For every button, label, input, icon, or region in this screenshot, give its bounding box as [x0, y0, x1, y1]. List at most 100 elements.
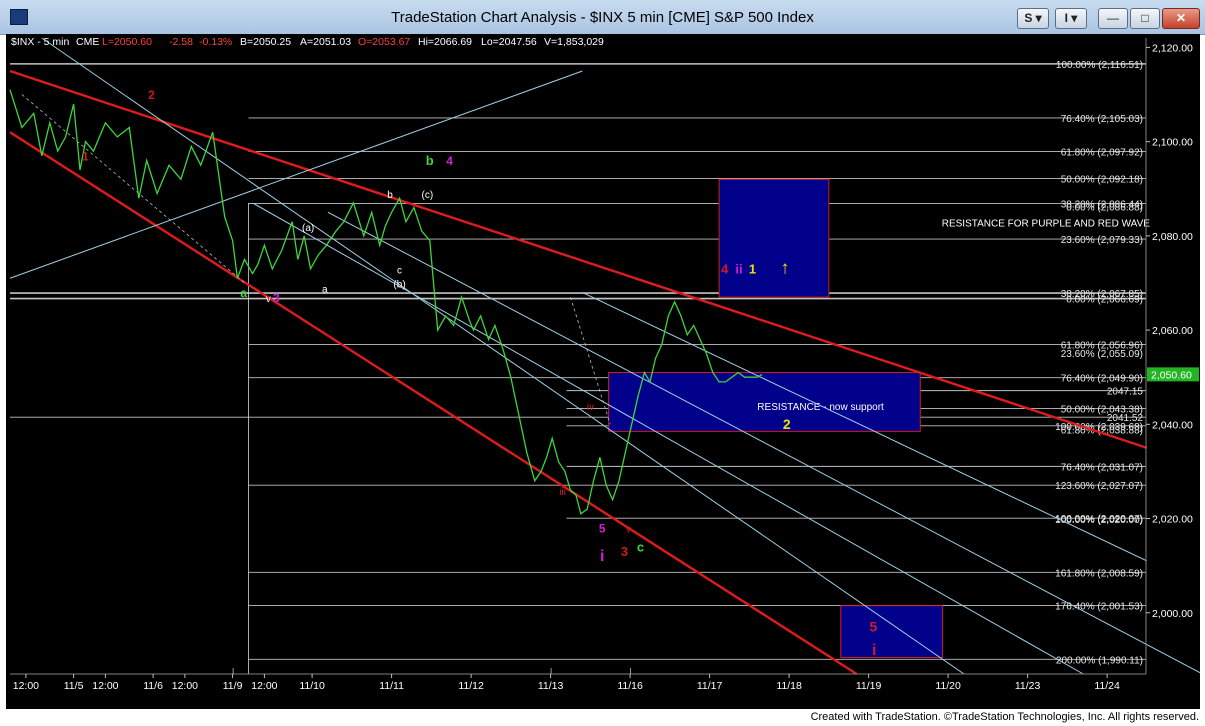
- wave-label: a: [240, 286, 247, 300]
- wave-label: 2: [148, 88, 155, 102]
- title-bar: TradeStation Chart Analysis - $INX 5 min…: [0, 0, 1205, 35]
- fibonacci-lines: 100.00% (2,116.51) 76.40% (2,105.03) 61.80…: [10, 60, 1146, 674]
- status-exchange: CME: [76, 36, 99, 48]
- wave-label: 1: [82, 149, 89, 163]
- wave-label: ↑: [781, 258, 790, 278]
- x-tick-label: 12:00: [172, 680, 198, 692]
- y-tick-label: 2,040.00: [1152, 419, 1193, 431]
- x-tick-label: 11/18: [776, 680, 802, 692]
- status-low: Lo=2047.56: [481, 36, 537, 48]
- x-axis: 12:00 11/5 12:00 11/6 12:00 11/9 12:00 11/10 11/…: [10, 668, 1146, 692]
- wave-label: v: [626, 525, 631, 536]
- x-tick-label: 11/23: [1015, 680, 1041, 692]
- x-tick-label: 11/13: [538, 680, 564, 692]
- status-last: L=2050.60: [102, 36, 152, 48]
- resistance-boxes: RESISTANCE FOR PURPLE AND RED WAVE RESIST…: [608, 178, 1151, 659]
- last-price-label: 2,050.60: [1151, 369, 1192, 381]
- fib-label: 61.80% (2,097.92): [1061, 147, 1143, 158]
- wave-label: 2: [783, 416, 791, 432]
- svg-text:A=2051.03: A=2051.03: [300, 36, 351, 48]
- x-tick-label: 12:00: [13, 680, 39, 692]
- fib-label: 23.60% (2,079.33): [1061, 235, 1143, 246]
- maximize-button[interactable]: □: [1130, 8, 1160, 29]
- wave-label: b: [426, 153, 434, 168]
- x-tick-label: 11/5: [64, 680, 84, 692]
- price-line: [9, 89, 763, 515]
- x-tick-label: 12:00: [251, 680, 277, 692]
- x-tick-label: 11/11: [379, 680, 404, 692]
- wave-guide-dashed: [21, 94, 245, 284]
- y-tick-label: 2,080.00: [1152, 231, 1193, 243]
- wave-label: 4: [446, 154, 453, 168]
- price-series: [9, 89, 763, 515]
- chart-area[interactable]: $INX - 5 min CME L=2050.60 -2.58 -0.13% …: [6, 34, 1200, 709]
- svg-text:CME: CME: [76, 36, 99, 48]
- fib-label: 76.40% (2,031.07): [1061, 462, 1143, 473]
- fib-label: 2047.15: [1107, 387, 1144, 398]
- close-button[interactable]: ✕: [1162, 8, 1200, 29]
- status-open: O=2053.67: [358, 36, 410, 48]
- x-tick-label: 11/19: [856, 680, 882, 692]
- wave-label: iv: [587, 402, 594, 413]
- wave-label: 5: [869, 619, 877, 635]
- x-tick-label: 11/24: [1094, 680, 1120, 692]
- svg-text:O=2053.67: O=2053.67: [358, 36, 410, 48]
- credit-text: Created with TradeStation. ©TradeStation…: [810, 711, 1199, 723]
- fib-label: 161.80% (2,008.59): [1055, 568, 1143, 579]
- style-menu-button[interactable]: S ▾: [1017, 8, 1049, 29]
- fib-label: 61.80% (2,038.88): [1061, 426, 1143, 437]
- channel-upper-line: [9, 69, 1148, 450]
- wave-label: (c): [422, 190, 434, 201]
- y-axis: 2,120.00 2,100.00 2,080.00 2,060.00 2,040.00…: [1145, 38, 1199, 674]
- svg-text:V=1,853,029: V=1,853,029: [544, 36, 604, 48]
- svg-text:Lo=2047.56: Lo=2047.56: [481, 36, 537, 48]
- fib-label: 100.00% (2,116.51): [1056, 60, 1143, 71]
- fib-label: 100.00% (2,020.00): [1055, 515, 1143, 526]
- chart-canvas[interactable]: $INX - 5 min CME L=2050.60 -2.58 -0.13% …: [6, 34, 1200, 709]
- svg-text:$INX - 5 min: $INX - 5 min: [11, 36, 70, 48]
- svg-text:Hi=2066.69: Hi=2066.69: [418, 36, 472, 48]
- trend-lines: [9, 37, 1200, 676]
- x-tick-label: 11/6: [143, 680, 163, 692]
- minimize-button[interactable]: —: [1098, 8, 1128, 29]
- svg-text:B=2050.25: B=2050.25: [240, 36, 291, 48]
- svg-text:-2.58: -2.58: [169, 36, 193, 48]
- wave-label: 5: [599, 522, 606, 536]
- wave-label: (a): [302, 223, 314, 234]
- fib-label: 123.60% (2,027.07): [1055, 481, 1143, 492]
- y-tick-label: 2,060.00: [1152, 325, 1193, 337]
- svg-text:-0.13%: -0.13%: [199, 36, 232, 48]
- fib-label: 200.00% (1,990.11): [1056, 655, 1143, 666]
- wave-label: 3: [273, 291, 280, 305]
- x-tick-label: 11/20: [935, 680, 961, 692]
- status-bid: B=2050.25: [240, 36, 291, 48]
- x-tick-label: 11/9: [223, 680, 243, 692]
- wave-label: v: [266, 294, 271, 305]
- wave-label: ii: [735, 262, 742, 277]
- parallel-line-2: [252, 202, 1084, 675]
- annotation-resistance-purple-red: RESISTANCE FOR PURPLE AND RED WAVE: [942, 218, 1151, 229]
- wave-label: 1: [749, 262, 756, 277]
- upper-resistance-box: [718, 178, 830, 298]
- parallel-line-1: [41, 37, 965, 675]
- wave-label: iii: [559, 487, 566, 498]
- fib-label: 76.40% (2,049.90): [1061, 374, 1143, 385]
- fib-label: 50.00% (2,092.18): [1061, 174, 1143, 185]
- wave-label: (b): [393, 280, 405, 291]
- svg-text:L=2050.60: L=2050.60: [102, 36, 152, 48]
- wave-label: a: [322, 284, 328, 295]
- fib-label: 0.00% (2,086.88): [1066, 203, 1143, 214]
- x-tick-label: 11/10: [299, 680, 325, 692]
- status-ask: A=2051.03: [300, 36, 351, 48]
- status-high: Hi=2066.69: [418, 36, 472, 48]
- target-box: [840, 605, 944, 659]
- insert-menu-button[interactable]: I ▾: [1055, 8, 1087, 29]
- status-symbol: $INX - 5 min: [11, 36, 70, 48]
- fib-label: 76.40% (2,105.03): [1061, 114, 1143, 125]
- wave-label: c: [397, 266, 402, 277]
- y-tick-label: 2,120.00: [1152, 42, 1193, 54]
- y-tick-label: 2,100.00: [1152, 137, 1193, 149]
- x-tick-label: 11/12: [458, 680, 484, 692]
- wave-label: c: [637, 540, 644, 555]
- wave-label: 4: [721, 262, 729, 277]
